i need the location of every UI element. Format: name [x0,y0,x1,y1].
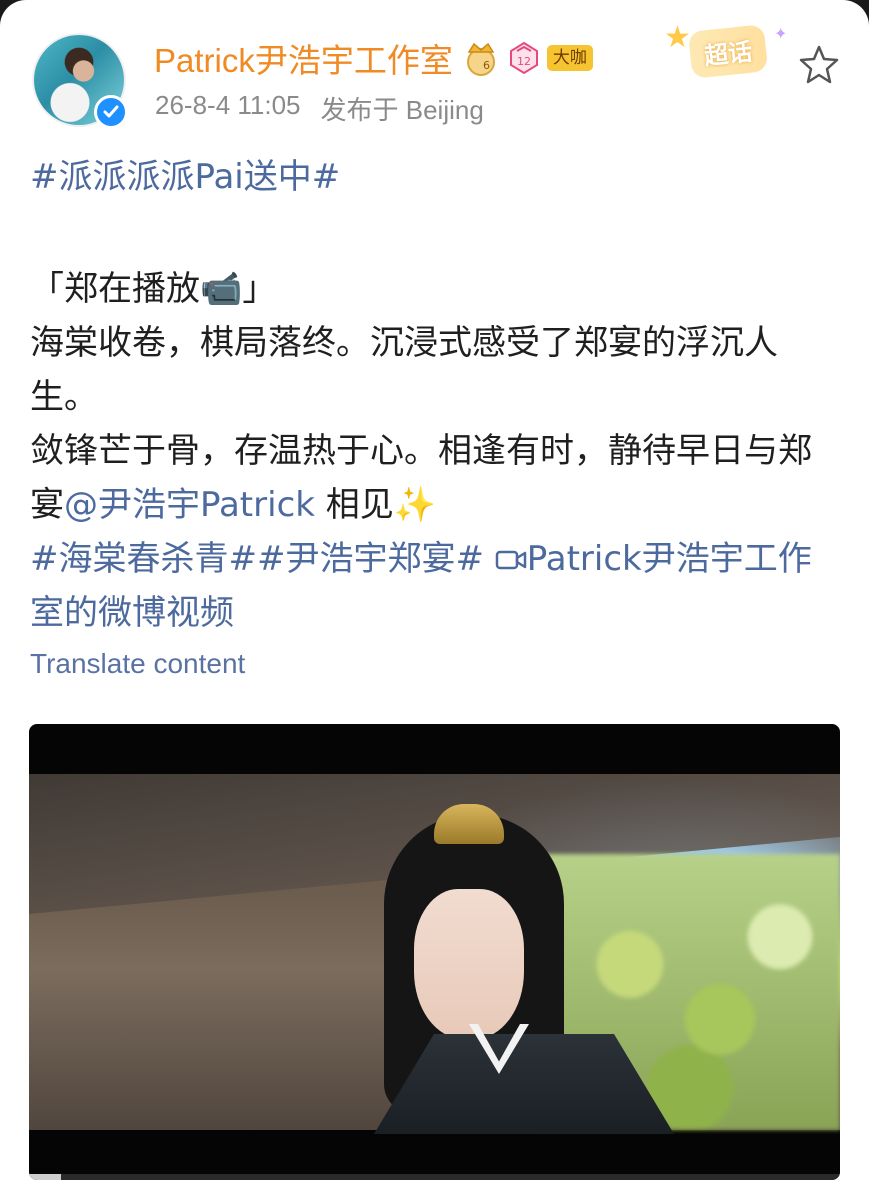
vip-badge: 大咖 [546,45,593,71]
hashtags-link[interactable]: #海棠春杀青##尹浩宇郑宴# [30,539,484,579]
video-player[interactable] [29,724,840,1180]
supertopic-label[interactable]: 超话 [687,24,769,79]
post-line-2: 敛锋芒于骨，存温热于心。相逢有时，静待早日与郑宴@尹浩宇Patrick 相见✨ [30,424,845,532]
verified-icon [94,95,128,129]
video-camera-icon [495,550,527,570]
post-line-bracket: 「郑在播放📹」 [30,269,277,309]
hashtag-link[interactable]: #派派派派Pai送中# [30,157,340,197]
mention-link[interactable]: @尹浩宇Patrick [64,485,315,525]
location: 发布于 Beijing [320,95,484,125]
video-figure [374,794,674,1134]
supertopic-icon[interactable]: ★ 超话 ✦ [664,20,794,82]
level-icon: 12 [509,41,539,75]
translate-button[interactable]: Translate content [30,648,245,680]
post-text: #派派派派Pai送中# 「郑在播放📹」 海棠收卷，棋局落终。沉浸式感受了郑宴的浮… [30,150,845,640]
timestamp: 26-8-4 11:05 [155,90,301,120]
crown-icon: 6 [461,38,501,78]
svg-text:6: 6 [483,59,490,72]
avatar[interactable] [32,33,128,129]
video-frame[interactable] [29,774,840,1134]
svg-text:12: 12 [517,55,531,68]
username[interactable]: Patrick尹浩宇工作室 [154,34,453,82]
favorite-star-icon[interactable] [797,43,841,87]
name-row: Patrick尹浩宇工作室 6 12 大咖 [154,36,593,80]
post-meta: 26-8-4 11:05 发布于 Beijing [155,90,484,127]
sparkle-small-icon: ✦ [774,24,788,43]
post-line-2b: 相见✨ [314,485,437,525]
post-line-3: #海棠春杀青##尹浩宇郑宴# Patrick尹浩宇工作室的微博视频 [30,532,845,640]
video-progress-fill [29,1174,62,1180]
weibo-post-card: Patrick尹浩宇工作室 6 12 大咖 26-8-4 11:05 发布于 B… [0,0,869,1200]
post-line-1: 海棠收卷，棋局落终。沉浸式感受了郑宴的浮沉人生。 [30,323,778,417]
sparkle-icon: ★ [664,20,691,55]
video-progress-bar[interactable] [29,1174,840,1180]
